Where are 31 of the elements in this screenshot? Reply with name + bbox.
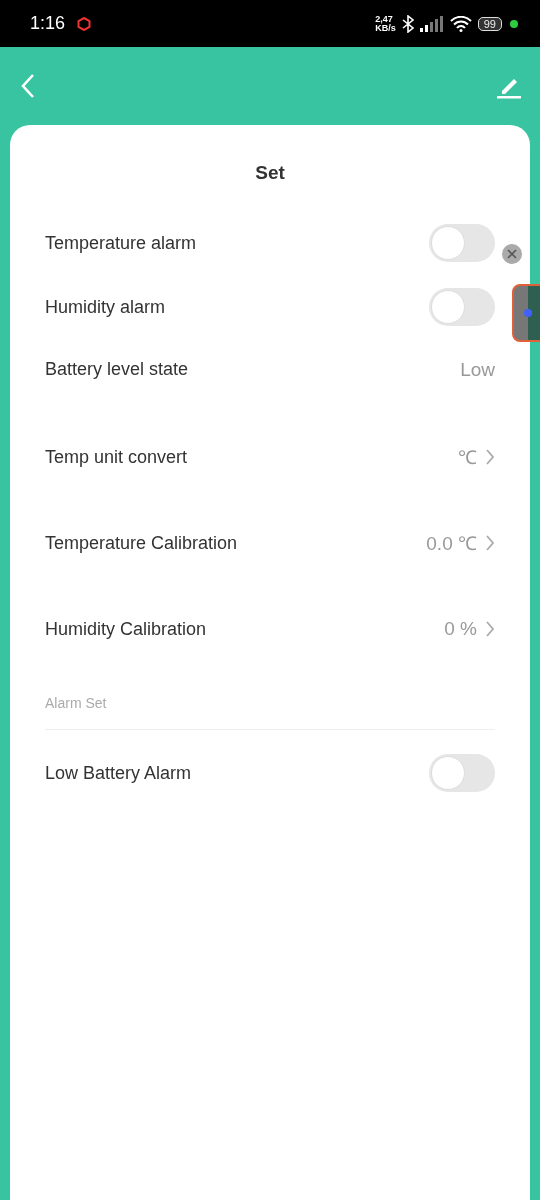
setting-row[interactable]: Humidity Calibration 0 % (45, 586, 495, 672)
wifi-icon (449, 15, 472, 32)
setting-value: 0 % (444, 618, 477, 640)
setting-label: Temp unit convert (45, 446, 188, 468)
status-time: 1:16 (30, 13, 66, 34)
bluetooth-icon (401, 14, 414, 33)
toggle-switch[interactable] (429, 754, 495, 792)
card-title: Set (254, 161, 286, 185)
setting-row[interactable]: Temperature Calibration 0.0 ℃ (45, 500, 495, 586)
setting-value: 0.0 ℃ (426, 532, 477, 556)
chevron-right-icon (485, 448, 495, 466)
network-speed: 2,47 KB/s (375, 14, 396, 33)
section-title: Alarm Set (45, 695, 107, 711)
chevron-right-icon (485, 620, 495, 638)
setting-label: Temperature alarm (45, 232, 197, 254)
setting-label: Humidity alarm (45, 296, 166, 318)
toggle-switch[interactable] (429, 288, 495, 326)
setting-label: Humidity Calibration (45, 618, 207, 640)
setting-value: ℃ (458, 446, 477, 470)
setting-label: Temperature Calibration (45, 532, 238, 554)
setting-label: Battery level state (45, 359, 189, 380)
dot-icon (510, 19, 518, 28)
setting-value: Low (460, 359, 495, 381)
chevron-right-icon (485, 534, 495, 552)
setting-row[interactable]: Temp unit convert ℃ (45, 414, 495, 500)
toggle-switch[interactable] (429, 224, 495, 262)
battery-indicator: 99 (477, 16, 502, 31)
notification-icon (77, 16, 92, 31)
setting-label: Low Battery Alarm (45, 762, 192, 784)
signal-icon (419, 15, 444, 32)
back-icon[interactable] (20, 73, 36, 99)
